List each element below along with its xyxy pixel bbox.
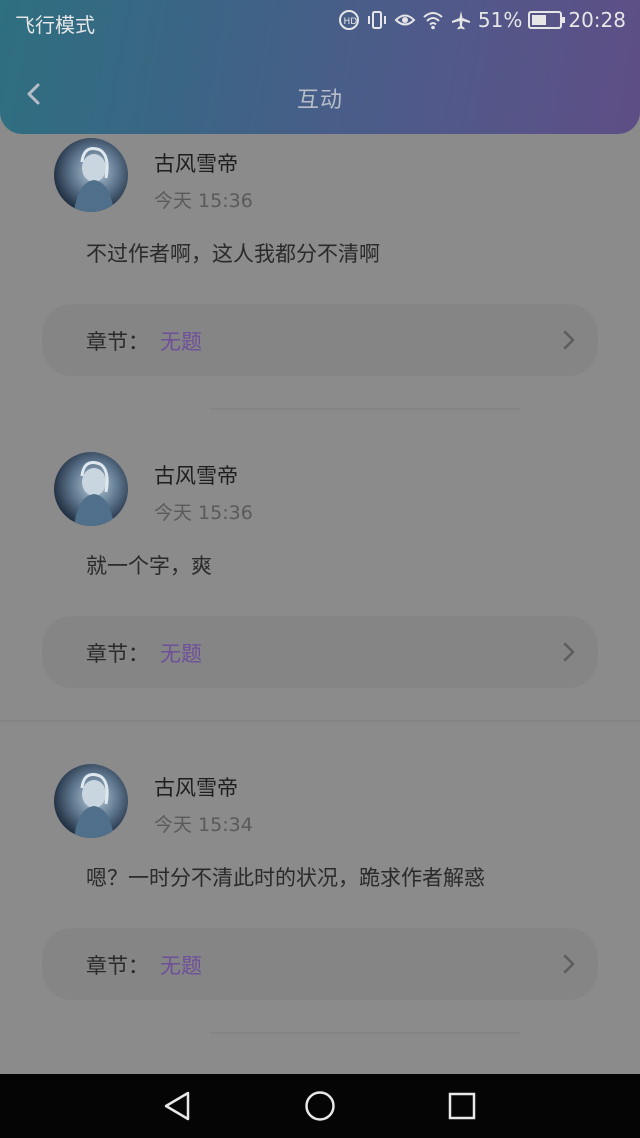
chevron-right-icon — [558, 328, 580, 352]
comment-username: 古风雪帝 — [154, 464, 238, 488]
carrier-text: 飞行模式 — [15, 13, 95, 37]
comment-feed[interactable]: 古风雪帝 今天 15:36 不过作者啊，这人我都分不清啊 章节： 无题 古风雪帝… — [0, 134, 640, 1074]
status-bar: 飞行模式 HD 51% 20:28 — [0, 0, 640, 44]
comment-username: 古风雪帝 — [154, 152, 238, 176]
comment-item: 古风雪帝 今天 15:36 就一个字，爽 章节： 无题 — [0, 446, 640, 758]
airplane-icon — [450, 9, 472, 31]
chapter-link[interactable]: 章节： 无题 — [42, 928, 598, 1000]
chapter-value: 无题 — [160, 954, 202, 978]
eye-care-icon — [394, 9, 416, 31]
status-icons: HD 51% 20:28 — [338, 8, 626, 32]
chapter-label: 章节： — [86, 330, 149, 354]
comment-item: 古风雪帝 今天 15:34 嗯？一时分不清此时的状况，跪求作者解惑 章节： 无题 — [0, 758, 640, 1070]
header: 飞行模式 HD 51% 20:28 互动 — [0, 0, 640, 134]
divider — [210, 1032, 520, 1034]
battery-icon — [528, 11, 566, 29]
vibrate-icon — [366, 9, 388, 31]
divider — [0, 720, 640, 722]
chevron-right-icon — [558, 952, 580, 976]
comment-time: 今天 15:36 — [154, 190, 253, 212]
clock: 20:28 — [568, 8, 626, 32]
divider — [210, 408, 520, 410]
comment-text: 嗯？一时分不清此时的状况，跪求作者解惑 — [86, 866, 485, 890]
title-bar: 互动 — [0, 66, 640, 126]
screen: 飞行模式 HD 51% 20:28 互动 古风雪帝 今天 15:36 不过作者啊… — [0, 0, 640, 1138]
chapter-value: 无题 — [160, 330, 202, 354]
avatar[interactable] — [54, 764, 128, 838]
comment-item: 古风雪帝 今天 15:36 不过作者啊，这人我都分不清啊 章节： 无题 — [0, 134, 640, 446]
avatar[interactable] — [54, 138, 128, 212]
hd-call-icon: HD — [338, 9, 360, 31]
recents-square-icon[interactable] — [444, 1088, 480, 1124]
comment-time: 今天 15:34 — [154, 814, 253, 836]
battery-percent: 51% — [477, 8, 523, 32]
wifi-icon — [422, 9, 444, 31]
avatar[interactable] — [54, 452, 128, 526]
comment-time: 今天 15:36 — [154, 502, 253, 524]
system-nav-bar — [0, 1074, 640, 1138]
chapter-link[interactable]: 章节： 无题 — [42, 304, 598, 376]
chapter-label: 章节： — [86, 642, 149, 666]
chevron-right-icon — [558, 640, 580, 664]
chapter-value: 无题 — [160, 642, 202, 666]
back-triangle-icon[interactable] — [160, 1088, 196, 1124]
comment-text: 不过作者啊，这人我都分不清啊 — [86, 242, 380, 266]
page-title: 互动 — [296, 88, 343, 113]
chapter-label: 章节： — [86, 954, 149, 978]
svg-text:HD: HD — [343, 17, 357, 27]
home-circle-icon[interactable] — [302, 1088, 338, 1124]
chapter-link[interactable]: 章节： 无题 — [42, 616, 598, 688]
comment-username: 古风雪帝 — [154, 776, 238, 800]
comment-text: 就一个字，爽 — [86, 554, 212, 578]
